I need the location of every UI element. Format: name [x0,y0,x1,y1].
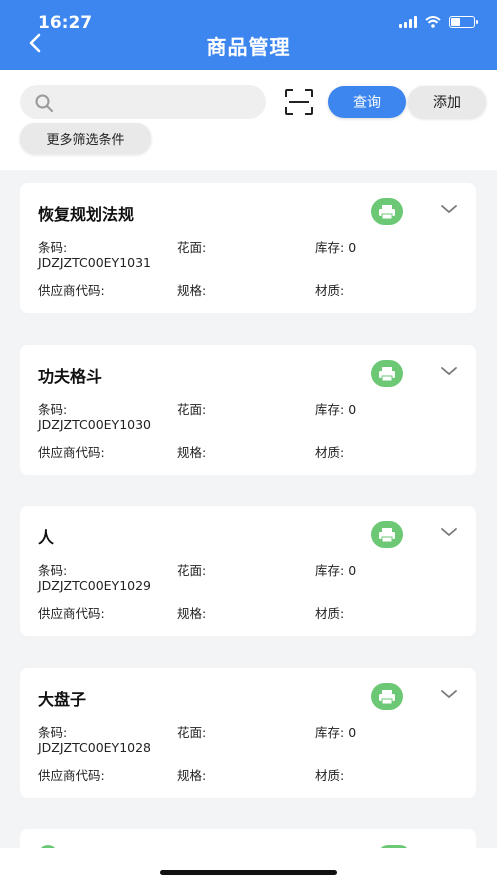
home-indicator [160,870,337,875]
search-box[interactable] [20,85,266,119]
print-button[interactable] [371,198,403,225]
signal-icon [399,16,417,28]
battery-icon [449,16,478,28]
search-icon [35,94,53,112]
stock-info: 库存: 0 [315,722,356,741]
pattern-label: 花面: [177,563,207,578]
material-label: 材质: [315,283,345,298]
product-name: 恢复规划法规 [38,205,135,224]
stock-label: 库存: [315,240,349,255]
stock-value: 0 [348,563,357,578]
stock-label: 库存: [315,563,349,578]
product-card[interactable]: 恢复规划法规 条码: 花面: 库存: 0 JDZJZTC00EY1031 供应商… [20,183,476,313]
search-panel: 查询 添加 更多筛选条件 [0,70,497,170]
chevron-down-icon[interactable] [440,365,458,377]
barcode-value: JDZJZTC00EY1029 [38,578,152,593]
search-input[interactable] [62,85,257,119]
printer-icon [379,204,395,219]
material-label: 材质: [315,768,345,783]
printer-icon [379,366,395,381]
pattern-label: 花面: [177,725,207,740]
product-name: 大盘子 [38,690,87,709]
product-card[interactable]: 大盘子 条码: 花面: 库存: 0 JDZJZTC00EY1028 供应商代码:… [20,668,476,798]
print-button[interactable] [371,521,403,548]
printer-icon [379,689,395,704]
status-icons [399,16,478,28]
stock-info: 库存: 0 [315,399,356,418]
product-name: 功夫格斗 [38,367,103,386]
spec-label: 规格: [177,283,207,298]
spec-label: 规格: [177,768,207,783]
more-filters-button[interactable]: 更多筛选条件 [20,123,151,154]
spec-label: 规格: [177,606,207,621]
supplier-code-label: 供应商代码: [38,606,105,621]
stock-info: 库存: 0 [315,560,356,579]
product-card[interactable]: 人 条码: 花面: 库存: 0 JDZJZTC00EY1029 供应商代码: 规… [20,506,476,636]
spec-label: 规格: [177,445,207,460]
barcode-value: JDZJZTC00EY1031 [38,255,152,270]
stock-info: 库存: 0 [315,237,356,256]
chevron-down-icon[interactable] [440,203,458,215]
material-label: 材质: [315,606,345,621]
add-button[interactable]: 添加 [408,86,486,118]
barcode-value: JDZJZTC00EY1028 [38,740,152,755]
app-header: 16:27 商品管理 [0,0,497,70]
supplier-code-label: 供应商代码: [38,445,105,460]
scan-button[interactable] [284,88,314,116]
stock-label: 库存: [315,402,349,417]
printer-icon [379,527,395,542]
barcode-label: 条码: [38,563,68,578]
supplier-code-label: 供应商代码: [38,283,105,298]
barcode-label: 条码: [38,240,68,255]
wifi-icon [425,16,441,28]
query-button[interactable]: 查询 [328,86,406,118]
scan-icon [285,89,313,115]
print-button[interactable] [371,360,403,387]
barcode-label: 条码: [38,725,68,740]
stock-label: 库存: [315,725,349,740]
chevron-down-icon[interactable] [440,688,458,700]
supplier-code-label: 供应商代码: [38,768,105,783]
stock-value: 0 [348,725,357,740]
bottom-bar [0,848,497,883]
stock-value: 0 [348,402,357,417]
stock-value: 0 [348,240,357,255]
page-title: 商品管理 [206,35,291,59]
pattern-label: 花面: [177,240,207,255]
product-card[interactable]: 功夫格斗 条码: 花面: 库存: 0 JDZJZTC00EY1030 供应商代码… [20,345,476,475]
barcode-label: 条码: [38,402,68,417]
pattern-label: 花面: [177,402,207,417]
print-button[interactable] [371,683,403,710]
product-name: 人 [38,528,55,547]
material-label: 材质: [315,445,345,460]
barcode-value: JDZJZTC00EY1030 [38,417,152,432]
chevron-down-icon[interactable] [440,526,458,538]
